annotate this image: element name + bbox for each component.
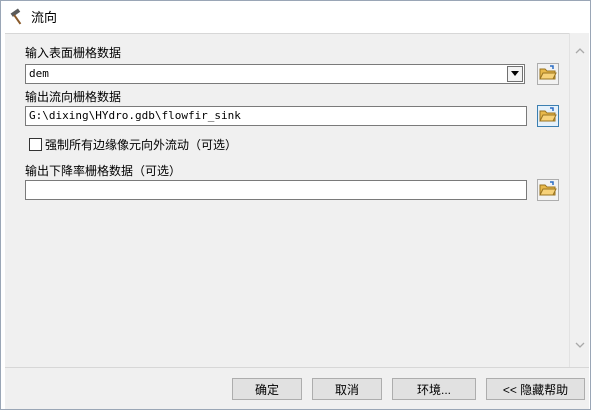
hammer-icon	[9, 7, 27, 26]
chevron-down-icon[interactable]	[507, 66, 523, 82]
ok-button[interactable]: 确定	[232, 378, 302, 400]
input-raster-label: 输入表面栅格数据	[25, 46, 122, 60]
force-edge-checkbox[interactable]	[29, 138, 42, 151]
input-raster-value: dem	[29, 67, 49, 80]
environments-button[interactable]: 环境...	[392, 378, 476, 400]
input-raster-combobox[interactable]: dem	[25, 64, 525, 84]
input-raster-browse-button[interactable]	[537, 63, 559, 85]
parameters-panel: 输入表面栅格数据 dem 输出流向栅格数据 G:\dixing\HYdro.gd…	[5, 33, 569, 367]
hide-help-button[interactable]: << 隐藏帮助	[486, 378, 585, 400]
dialog-button-bar: 确定 取消 环境... << 隐藏帮助	[5, 367, 589, 409]
folder-open-icon	[539, 180, 557, 200]
output-flow-value: G:\dixing\HYdro.gdb\flowfir_sink	[29, 109, 241, 122]
folder-open-icon	[539, 64, 557, 84]
chevron-up-icon[interactable]	[570, 41, 590, 61]
chevron-down-icon[interactable]	[570, 335, 590, 355]
title-bar: 流向	[1, 1, 590, 32]
output-flow-input[interactable]: G:\dixing\HYdro.gdb\flowfir_sink	[25, 106, 527, 126]
folder-open-icon	[539, 106, 557, 126]
window-title: 流向	[31, 11, 58, 26]
output-drop-label: 输出下降率栅格数据（可选）	[25, 164, 182, 178]
tool-dialog-window: 流向 输入表面栅格数据 dem 输出流向栅格数据 G:\dixing\HYdro…	[0, 0, 591, 410]
output-flow-label: 输出流向栅格数据	[25, 90, 122, 104]
output-flow-browse-button[interactable]	[537, 105, 559, 127]
output-drop-input[interactable]	[25, 180, 527, 200]
force-edge-label[interactable]: 强制所有边缘像元向外流动（可选）	[45, 136, 237, 153]
cancel-button[interactable]: 取消	[312, 378, 382, 400]
vertical-scrollbar[interactable]	[569, 33, 589, 367]
output-drop-browse-button[interactable]	[537, 179, 559, 201]
